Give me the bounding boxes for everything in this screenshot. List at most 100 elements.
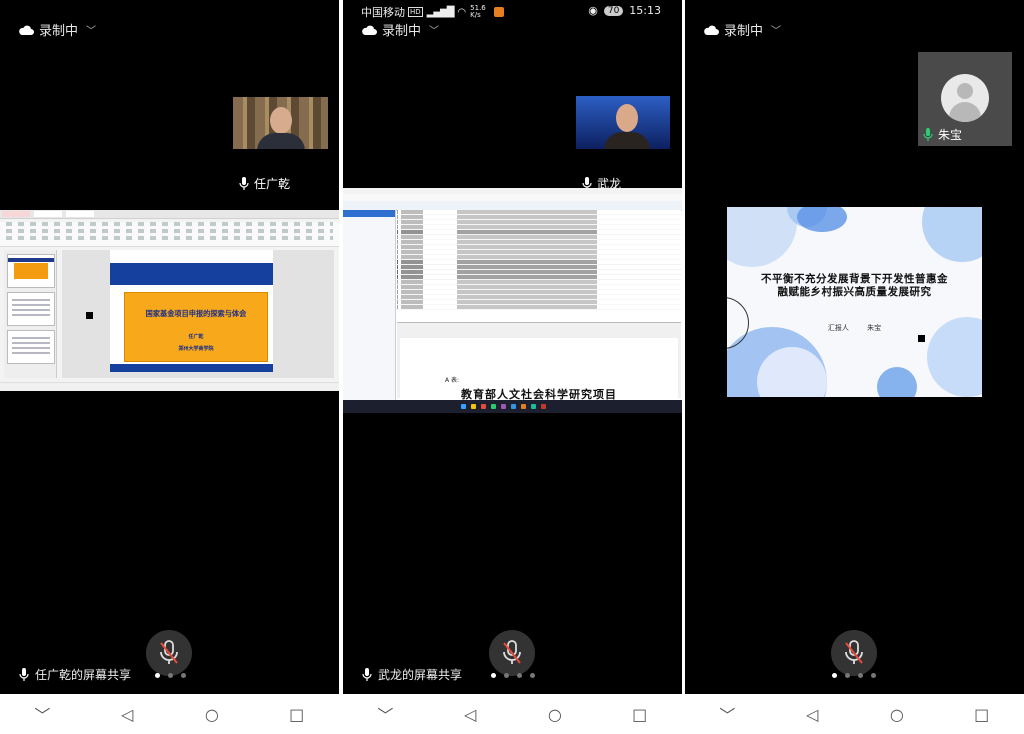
- taskbar-icon[interactable]: [471, 404, 476, 409]
- sidebar-item[interactable]: [343, 217, 395, 224]
- mute-button[interactable]: [146, 630, 192, 676]
- page-indicator[interactable]: [491, 673, 535, 678]
- page-dot-2[interactable]: [845, 673, 850, 678]
- camera-video-1[interactable]: [233, 97, 328, 149]
- taskbar-icon[interactable]: [501, 404, 506, 409]
- collapse-nav-button[interactable]: ﹀: [707, 702, 747, 726]
- microphone-icon: [19, 667, 29, 681]
- recents-button[interactable]: □: [962, 705, 1002, 724]
- participant-label: 朱宝: [922, 126, 962, 143]
- back-button[interactable]: ◁: [450, 705, 490, 724]
- camera-video-2[interactable]: [576, 96, 670, 149]
- wifi-icon: ◠: [457, 6, 467, 18]
- sidebar-item[interactable]: [343, 224, 395, 231]
- page-dot-1[interactable]: [832, 673, 837, 678]
- microphone-icon: [362, 667, 372, 681]
- slide: 国家基金项目申报的探索与体会 任广乾 郑州大学商学院: [110, 250, 273, 372]
- library-sidebar[interactable]: [343, 210, 396, 410]
- back-button[interactable]: ◁: [107, 705, 147, 724]
- thumbnail-2[interactable]: [7, 292, 55, 326]
- taskbar-icon[interactable]: [511, 404, 516, 409]
- taskbar-icon[interactable]: [481, 404, 486, 409]
- back-button[interactable]: ◁: [792, 705, 832, 724]
- participant-panel-3[interactable]: 录制中 ﹀ 朱宝 不平衡不充分发展背景下开发性普惠金融赋能乡村振兴高质量发展研究…: [685, 0, 1024, 694]
- page-dot-3[interactable]: [181, 673, 186, 678]
- app-status-bar: [0, 382, 339, 391]
- document-page: A 表: 教育部人文社会科学研究项目: [400, 338, 678, 401]
- taskbar-icon[interactable]: [531, 404, 536, 409]
- taskbar-icon[interactable]: [541, 404, 546, 409]
- shared-screen-presentation[interactable]: 国家基金项目申报的探索与体会 任广乾 郑州大学商学院: [0, 210, 339, 391]
- microphone-muted-icon: [845, 640, 863, 664]
- taskbar-icon[interactable]: [491, 404, 496, 409]
- mute-button[interactable]: [831, 630, 877, 676]
- home-button[interactable]: ○: [877, 705, 917, 724]
- participant-tile[interactable]: 朱宝: [918, 52, 1012, 146]
- recents-button[interactable]: □: [620, 705, 660, 724]
- app-menu-bar[interactable]: [343, 194, 682, 201]
- battery-indicator: 70: [603, 5, 624, 16]
- table-row[interactable]: [397, 305, 681, 310]
- app-tabs[interactable]: [0, 210, 339, 219]
- participant-panel-2[interactable]: 中国移动 HD ▂▄▆█ ◠ 51.6 K/s ◉ 70 15:13 录制中 ﹀…: [343, 0, 682, 694]
- reference-list[interactable]: [397, 210, 681, 316]
- phone-status-bar: 中国移动 HD ▂▄▆█ ◠ 51.6 K/s ◉ 70 15:13: [361, 4, 671, 20]
- person-head: [616, 104, 638, 132]
- page-dot-1[interactable]: [491, 673, 496, 678]
- microphone-muted-icon: [160, 640, 178, 664]
- ribbon-toolbar[interactable]: [0, 222, 339, 247]
- cloud-icon: [362, 25, 377, 35]
- page-dot-2[interactable]: [504, 673, 509, 678]
- thumbnail-3[interactable]: [7, 330, 55, 364]
- shared-screen-slide[interactable]: 不平衡不充分发展背景下开发性普惠金融赋能乡村振兴高质量发展研究 汇报人 朱宝: [727, 207, 982, 397]
- chevron-down-icon: ﹀: [86, 26, 97, 37]
- sidebar-item[interactable]: [343, 210, 395, 217]
- sidebar-item[interactable]: [343, 238, 395, 245]
- cursor-marker: [86, 312, 93, 319]
- screen-share-label: 任广乾的屏幕共享: [18, 666, 131, 683]
- participant-name: 任广乾: [254, 177, 291, 191]
- page-dot-3[interactable]: [517, 673, 522, 678]
- chevron-down-icon: ﹀: [771, 26, 782, 37]
- shared-screen-reference-manager[interactable]: A 表: 教育部人文社会科学研究项目: [343, 188, 682, 413]
- page-indicator[interactable]: [155, 673, 186, 678]
- os-taskbar[interactable]: [343, 400, 682, 413]
- collapse-nav-button[interactable]: ﹀: [365, 702, 405, 726]
- android-nav-bar: ﹀ ◁ ○ □: [685, 694, 1024, 734]
- collapse-nav-button[interactable]: ﹀: [22, 702, 62, 726]
- taskbar-icon[interactable]: [521, 404, 526, 409]
- page-dot-4[interactable]: [871, 673, 876, 678]
- page-dot-3[interactable]: [858, 673, 863, 678]
- recording-indicator[interactable]: 录制中 ﹀: [361, 20, 439, 39]
- slide-canvas[interactable]: 国家基金项目申报的探索与体会 任广乾 郑州大学商学院: [62, 250, 334, 378]
- recording-label: 录制中: [382, 24, 422, 39]
- participant-label: 任广乾: [238, 175, 290, 192]
- participant-name: 朱宝: [938, 128, 963, 142]
- slide-header-band: [110, 263, 273, 285]
- decor-circle: [797, 207, 847, 232]
- mute-button[interactable]: [489, 630, 535, 676]
- decor-circle: [727, 207, 797, 267]
- home-button[interactable]: ○: [192, 705, 232, 724]
- page-dot-1[interactable]: [155, 673, 160, 678]
- page-dot-4[interactable]: [530, 673, 535, 678]
- sidebar-item[interactable]: [343, 231, 395, 238]
- recording-indicator[interactable]: 录制中 ﹀: [18, 20, 96, 39]
- slide-reporter: 汇报人 朱宝: [727, 323, 982, 333]
- person-head: [270, 107, 292, 134]
- slide-thumbnails[interactable]: [4, 250, 57, 378]
- eye-icon: ◉: [588, 4, 598, 17]
- document-preview[interactable]: A 表: 教育部人文社会科学研究项目: [397, 322, 681, 401]
- home-button[interactable]: ○: [535, 705, 575, 724]
- taskbar-icon[interactable]: [461, 404, 466, 409]
- recents-button[interactable]: □: [277, 705, 317, 724]
- recording-indicator[interactable]: 录制中 ﹀: [703, 20, 781, 39]
- hd-badge: HD: [408, 7, 423, 17]
- participant-panel-1[interactable]: 录制中 ﹀ 任广乾 国家基金项目申报的探索与体会 任广乾 郑州大学商学院 任广乾…: [0, 0, 339, 694]
- slide-org: 郑州大学商学院: [178, 346, 214, 352]
- page-indicator[interactable]: [832, 673, 876, 678]
- net-speed: 51.6 K/s: [470, 4, 486, 19]
- signal-icon: ▂▄▆█: [426, 6, 455, 18]
- thumbnail-1[interactable]: [7, 254, 55, 288]
- page-dot-2[interactable]: [168, 673, 173, 678]
